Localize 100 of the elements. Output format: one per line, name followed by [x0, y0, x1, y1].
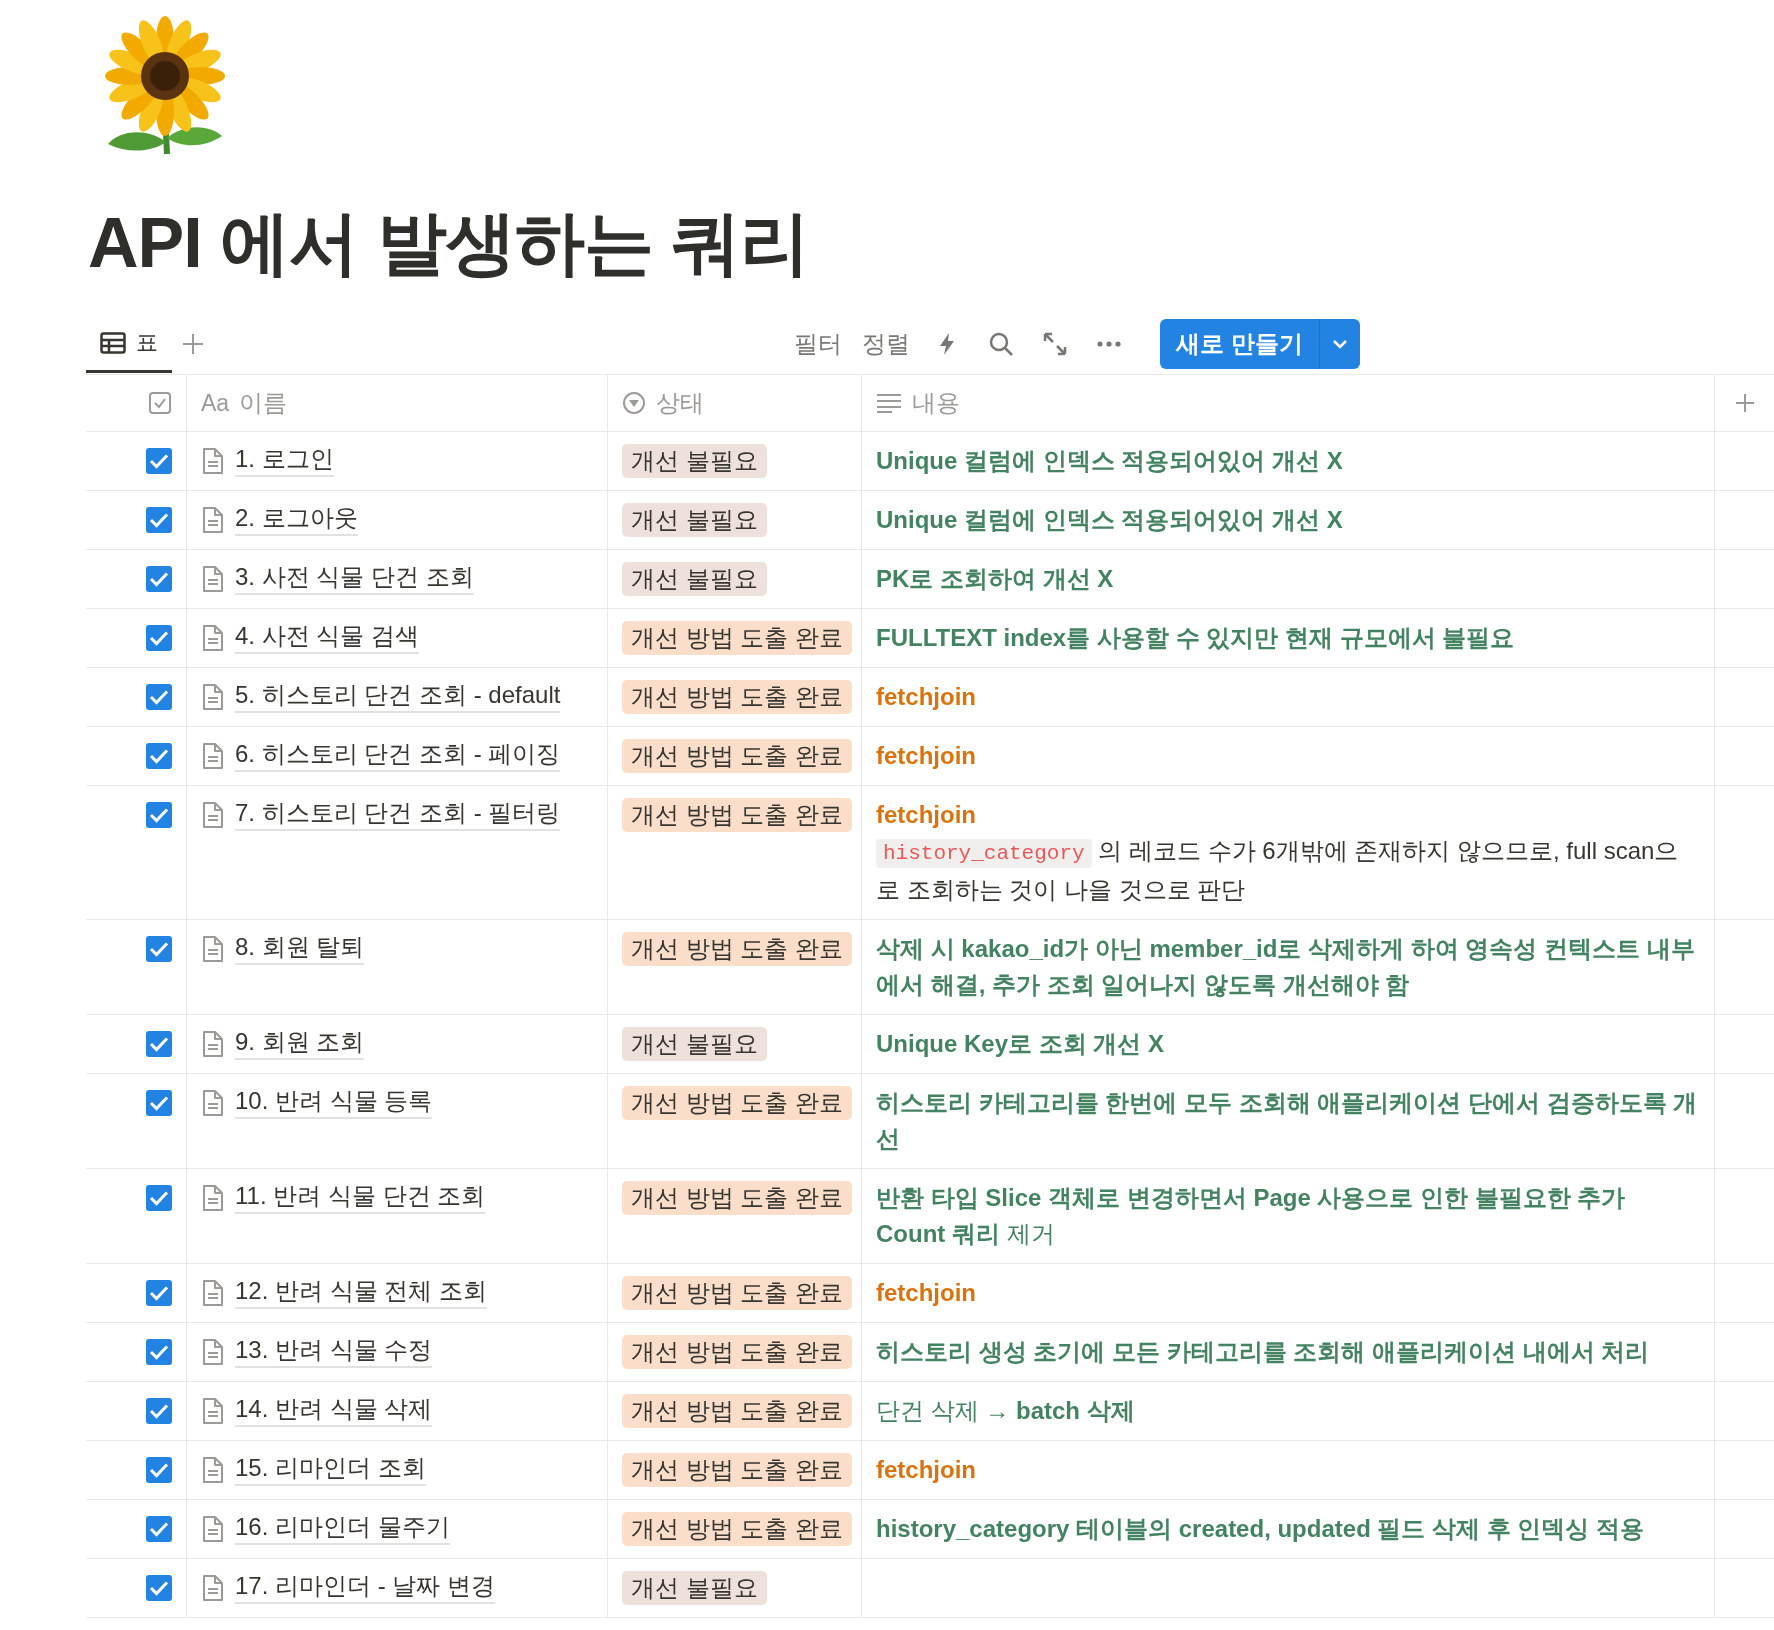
page-icon: [201, 1396, 225, 1426]
row-title-link[interactable]: 4. 사전 식물 검색: [235, 620, 420, 654]
text-property-icon: [876, 392, 902, 414]
row-title-link[interactable]: 5. 히스토리 단건 조회 - default: [235, 679, 561, 713]
view-tab[interactable]: 표: [86, 315, 172, 373]
row-title-link[interactable]: 11. 반려 식물 단건 조회: [235, 1180, 486, 1214]
row-title-link[interactable]: 15. 리마인더 조회: [235, 1452, 426, 1486]
page-icon: [201, 1029, 225, 1059]
status-tag: 개선 방법 도출 완료: [622, 932, 852, 966]
status-tag: 개선 방법 도출 완료: [622, 1276, 852, 1310]
row-title-link[interactable]: 1. 로그인: [235, 443, 334, 477]
status-tag: 개선 불필요: [622, 1571, 767, 1605]
search-icon[interactable]: [988, 331, 1015, 357]
page-icon: [201, 1455, 225, 1485]
filter-button[interactable]: 필터: [784, 328, 853, 360]
page-icon: [201, 564, 225, 594]
row-title-link[interactable]: 2. 로그아웃: [235, 502, 358, 536]
status-tag: 개선 불필요: [622, 1027, 767, 1061]
content-text: fetchjoin: [876, 682, 977, 712]
checkbox[interactable]: [146, 1457, 172, 1483]
checkbox[interactable]: [146, 566, 172, 592]
page-icon: [201, 741, 225, 771]
checkbox[interactable]: [146, 1031, 172, 1057]
checkbox[interactable]: [146, 1516, 172, 1542]
status-tag: 개선 방법 도출 완료: [622, 798, 852, 832]
page-icon: [201, 1337, 225, 1367]
add-column-icon[interactable]: [1734, 393, 1755, 413]
checkbox[interactable]: [146, 507, 172, 533]
content-text: Unique 컬럼에 인덱스 적용되어있어 개선 X: [876, 505, 1344, 535]
status-tag: 개선 방법 도출 완료: [622, 680, 852, 714]
page-icon: [201, 1088, 225, 1118]
checkbox[interactable]: [146, 1280, 172, 1306]
sort-button[interactable]: 정렬: [852, 328, 921, 360]
checkbox[interactable]: [146, 1575, 172, 1601]
row-title-link[interactable]: 6. 히스토리 단건 조회 - 페이징: [235, 738, 561, 772]
status-tag: 개선 불필요: [622, 503, 767, 537]
content-text: fetchjoin: [876, 1455, 977, 1485]
checkbox[interactable]: [146, 684, 172, 710]
content-text: fetchjoin: [876, 800, 977, 830]
expand-icon[interactable]: [1042, 331, 1069, 357]
dropdown-button[interactable]: [1320, 319, 1360, 369]
table-icon: [100, 331, 126, 354]
content-text: Unique 컬럼에 인덱스 적용되어있어 개선 X: [876, 446, 1344, 476]
content-text: 히스토리 생성 초기에 모든 카테고리를 조회해 애플리케이션 내에서 처리: [876, 1337, 1651, 1367]
content-text: FULLTEXT index를 사용할 수 있지만 현재 규모에서 불필요: [876, 623, 1516, 653]
page-icon: [201, 1183, 225, 1213]
row-title-link[interactable]: 8. 회원 탈퇴: [235, 931, 365, 965]
row-title-link[interactable]: 12. 반려 식물 전체 조회: [235, 1275, 488, 1309]
status-tag: 개선 방법 도출 완료: [622, 1181, 852, 1215]
page-icon: [201, 800, 225, 830]
content-text: history_category 테이블의 created, updated 필드 삭제 후 인덱싱 적용: [876, 1514, 1646, 1544]
row-title-link[interactable]: 13. 반려 식물 수정: [235, 1334, 433, 1368]
page-icon: [201, 934, 225, 964]
status-tag: 개선 방법 도출 완료: [622, 1335, 852, 1369]
page-icon: [201, 1573, 225, 1603]
content-text: 삭제 시 kakao_id가 아닌 member_id로 삭제하게 하여 영속성 컨텍스트 내부에서 해결, 추가 조회 일어나지 않도록 개선해야 함: [876, 934, 1696, 1000]
checkbox[interactable]: [146, 1090, 172, 1116]
row-title-link[interactable]: 3. 사전 식물 단건 조회: [235, 561, 474, 595]
checkbox[interactable]: [146, 802, 172, 828]
page-icon: [201, 1278, 225, 1308]
caret-icon: [1332, 339, 1348, 349]
content-text: Unique Key로 조회 개선 X: [876, 1029, 1166, 1059]
content-text: fetchjoin: [876, 1278, 977, 1308]
checkbox[interactable]: [146, 743, 172, 769]
checkbox[interactable]: [146, 1398, 172, 1424]
row-title-link[interactable]: 9. 회원 조회: [235, 1026, 365, 1060]
add-view-icon[interactable]: [182, 333, 204, 355]
content-text: 단건 삭제 → batch 삭제: [876, 1396, 1136, 1426]
row-title-link[interactable]: 16. 리마인더 물주기: [235, 1511, 450, 1545]
content-text: history_category 의 레코드 수가 6개밖에 존재하지 않으므로, full scan으로 조회하는 것이 나을 것으로 판단: [876, 836, 1680, 905]
status-tag: 개선 불필요: [622, 444, 767, 478]
row-title-link[interactable]: 14. 반려 식물 삭제: [235, 1393, 433, 1427]
page-icon: [201, 1514, 225, 1544]
select-property-icon: [622, 391, 646, 415]
content-text: PK로 조회하여 개선 X: [876, 564, 1115, 594]
row-title-link[interactable]: 7. 히스토리 단건 조회 - 필터링: [235, 797, 561, 831]
sunflower-icon: [104, 14, 226, 156]
row-title-link[interactable]: 10. 반려 식물 등록: [235, 1085, 433, 1119]
status-tag: 개선 불필요: [622, 562, 767, 596]
checkbox[interactable]: [146, 1185, 172, 1211]
page-icon: [201, 446, 225, 476]
row-title-link[interactable]: 17. 리마인더 - 날짜 변경: [235, 1570, 496, 1604]
content-text: 반환 타입 Slice 객체로 변경하면서 Page 사용으로 인한 불필요한 추가 Count 쿼리 제거: [876, 1183, 1627, 1249]
content-text: fetchjoin: [876, 741, 977, 771]
checkbox-column-icon: [148, 391, 172, 415]
status-tag: 개선 방법 도출 완료: [622, 739, 852, 773]
page-icon: [201, 682, 225, 712]
status-tag: 개선 방법 도출 완료: [622, 1453, 852, 1487]
new-button[interactable]: 새로 만들기: [1160, 319, 1320, 369]
content-text: 히스토리 카테고리를 한번에 모두 조회해 애플리케이션 단에서 검증하도록 개선: [876, 1088, 1699, 1154]
status-tag: 개선 방법 도출 완료: [622, 1394, 852, 1428]
page-title: API 에서 발생하는 쿼리: [88, 203, 810, 284]
page-icon: [201, 623, 225, 653]
status-tag: 개선 방법 도출 완료: [622, 1512, 852, 1546]
page-icon: [201, 505, 225, 535]
checkbox[interactable]: [146, 1339, 172, 1365]
status-tag: 개선 방법 도출 완료: [622, 621, 852, 655]
checkbox[interactable]: [146, 625, 172, 651]
checkbox[interactable]: [146, 936, 172, 962]
checkbox[interactable]: [146, 448, 172, 474]
